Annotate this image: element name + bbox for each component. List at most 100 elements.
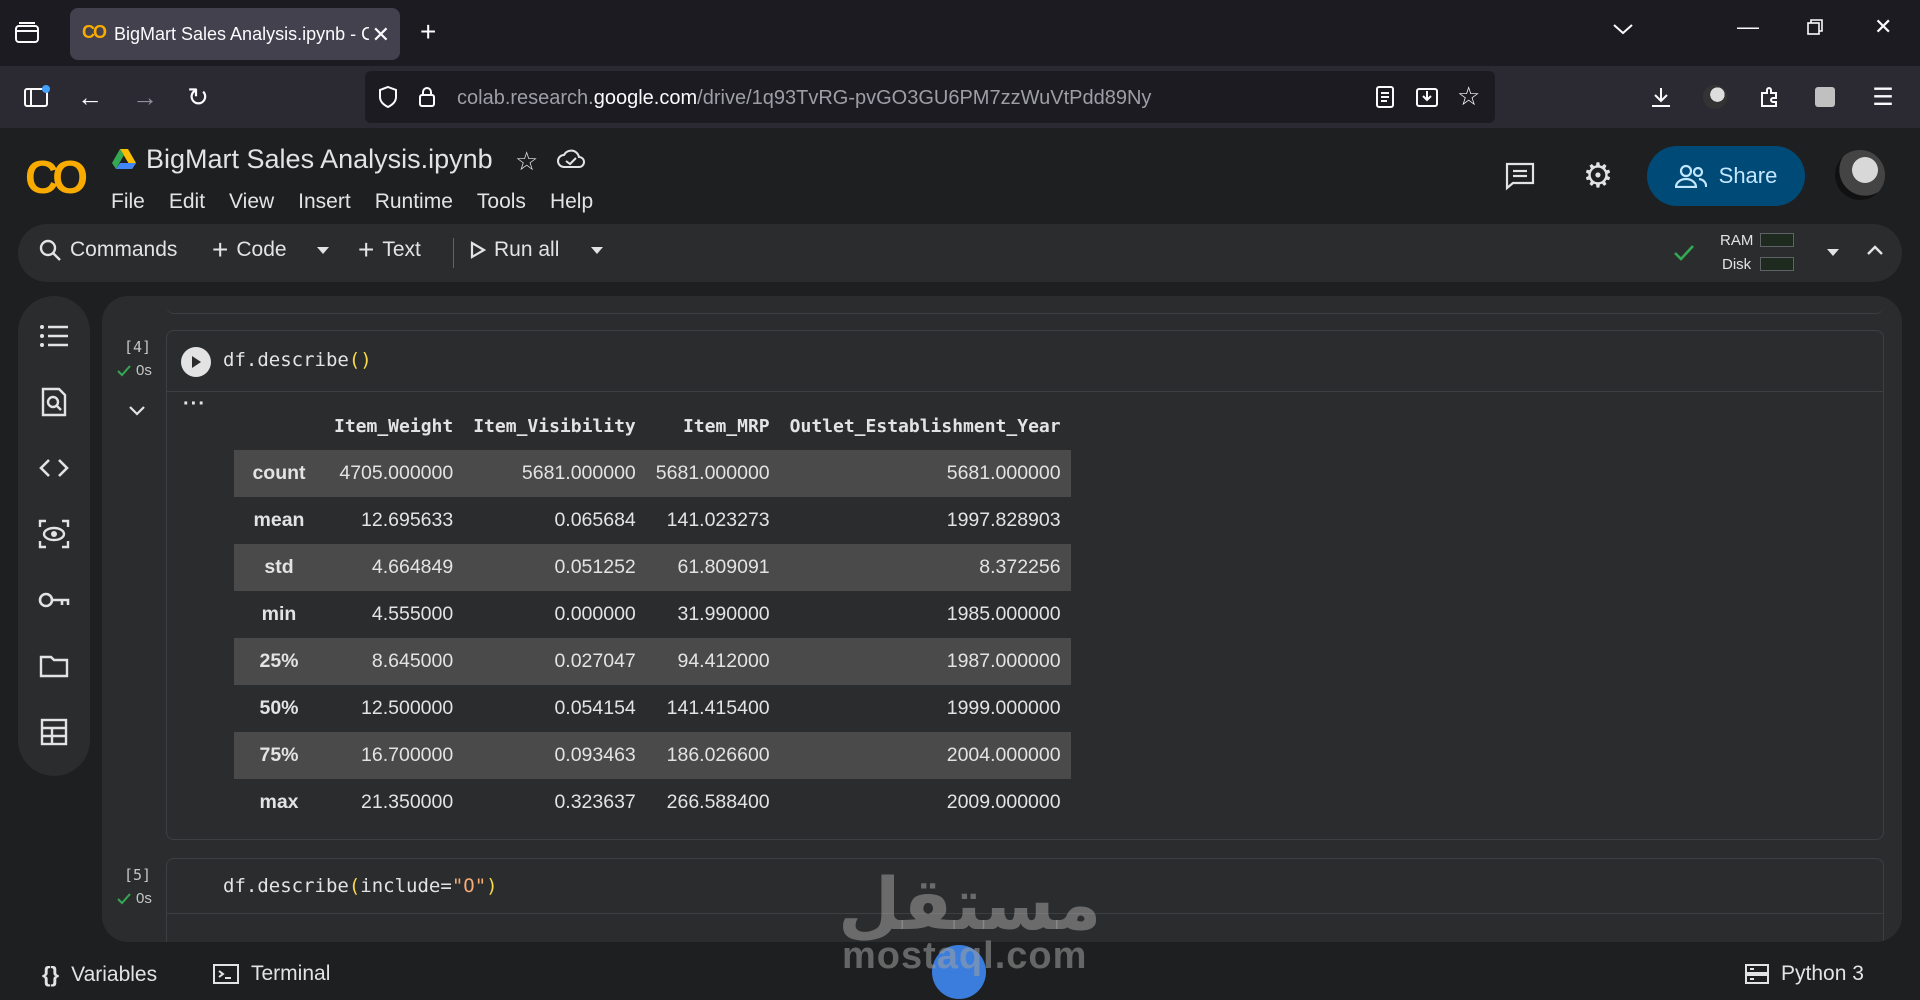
comments-icon[interactable] [1502, 158, 1538, 194]
terminal-button[interactable]: Terminal [213, 962, 330, 986]
describe-output-table: Item_Weight Item_Visibility Item_MRP Out… [234, 402, 1071, 826]
table-row: std 4.664849 0.051252 61.809091 8.372256 [234, 544, 1071, 591]
notebook-area[interactable]: [4] 0s df.describe() ··· Item_Weight Ite… [102, 296, 1902, 942]
profile-icon[interactable] [1700, 82, 1730, 112]
new-tab-icon[interactable]: + [420, 16, 436, 48]
colab-header: CO BigMart Sales Analysis.ipynb ☆ File E… [0, 128, 1920, 224]
add-text-button[interactable]: + Text [358, 236, 421, 264]
table-cell: 5681.000000 [779, 450, 1071, 497]
table-row: 50% 12.500000 0.054154 141.415400 1999.0… [234, 685, 1071, 732]
table-of-contents-icon[interactable] [36, 318, 72, 354]
column-header: Item_Weight [334, 415, 454, 437]
row-index: 25% [234, 638, 324, 685]
variables-button[interactable]: {} Variables [42, 962, 157, 988]
disk-meter[interactable] [1760, 257, 1794, 271]
execution-count: [5] [124, 866, 152, 884]
table-cell: 2009.000000 [946, 791, 1061, 813]
find-replace-icon[interactable] [36, 384, 72, 420]
colab-logo[interactable]: CO [25, 150, 88, 204]
code-editor[interactable]: df.describe() [223, 349, 372, 371]
table-cell: 31.990000 [677, 603, 770, 625]
star-icon[interactable]: ☆ [515, 146, 538, 177]
variable-inspector-icon[interactable] [36, 516, 72, 552]
tab-list-icon[interactable] [14, 20, 44, 48]
chevron-down-icon[interactable] [1612, 16, 1634, 42]
collapse-output-icon[interactable] [128, 404, 146, 422]
share-button[interactable]: Share [1647, 146, 1805, 206]
menu-file[interactable]: File [111, 190, 145, 214]
extensions-icon[interactable] [1755, 82, 1785, 112]
menu-edit[interactable]: Edit [169, 190, 205, 214]
reader-view-icon[interactable] [1375, 85, 1395, 114]
table-cell: 266.588400 [666, 791, 770, 813]
code-snippets-icon[interactable] [36, 450, 72, 486]
index-header [234, 402, 324, 450]
menu-view[interactable]: View [229, 190, 274, 214]
table-cell: 4.555000 [371, 603, 454, 625]
disk-label: Disk [1722, 256, 1752, 273]
gear-icon[interactable]: ⚙ [1580, 157, 1616, 195]
close-icon[interactable]: ✕ [372, 22, 390, 48]
notebook-title[interactable]: BigMart Sales Analysis.ipynb [146, 144, 493, 175]
table-row: mean 12.695633 0.065684 141.023273 1997.… [234, 497, 1071, 544]
folder-icon[interactable] [36, 648, 72, 684]
menu-hamburger-icon[interactable]: ☰ [1868, 82, 1898, 112]
menu-runtime[interactable]: Runtime [375, 190, 453, 214]
output-menu-icon[interactable]: ··· [183, 393, 206, 416]
kernel-label: Python 3 [1781, 962, 1864, 985]
menu-insert[interactable]: Insert [298, 190, 351, 214]
url-text[interactable]: colab.research.google.com/drive/1q93TvRG… [457, 87, 1151, 110]
execution-time: 0s [116, 362, 152, 379]
sidebar-toggle-icon[interactable] [22, 82, 52, 112]
row-index: min [261, 603, 297, 625]
row-index: 75% [234, 732, 324, 779]
execution-time: 0s [116, 890, 152, 907]
download-icon[interactable] [1646, 82, 1676, 112]
reload-icon[interactable]: ↻ [183, 82, 213, 112]
row-index: count [234, 450, 324, 497]
braces-icon: {} [42, 962, 60, 987]
column-header: Item_MRP [682, 415, 770, 437]
menu-tools[interactable]: Tools [477, 190, 526, 214]
save-page-icon[interactable] [1415, 85, 1439, 114]
run-cell-button[interactable] [181, 347, 211, 377]
window-close-icon[interactable]: ✕ [1874, 14, 1892, 40]
runtime-dropdown-icon[interactable] [1826, 248, 1840, 258]
table-cell: 0.000000 [554, 603, 636, 625]
browser-tab-active[interactable]: CO BigMart Sales Analysis.ipynb - C ✕ [70, 8, 400, 60]
restore-icon[interactable] [1806, 16, 1824, 42]
menu-help[interactable]: Help [550, 190, 593, 214]
avatar[interactable] [1835, 150, 1885, 200]
browser-nav-bar: ← → ↻ colab.research.google.com/drive/1q… [0, 66, 1920, 128]
kernel-status[interactable]: Python 3 [1745, 962, 1864, 986]
table-row: min 4.555000 0.000000 31.990000 1985.000… [234, 591, 1071, 638]
lock-icon[interactable] [417, 85, 437, 114]
google-drive-icon[interactable] [111, 148, 137, 175]
data-table-icon[interactable] [36, 714, 72, 750]
extension-app-icon[interactable] [1810, 82, 1840, 112]
url-bar[interactable]: colab.research.google.com/drive/1q93TvRG… [365, 71, 1495, 123]
minimize-icon[interactable]: — [1737, 14, 1759, 40]
bookmark-star-icon[interactable]: ☆ [1457, 81, 1480, 112]
collapse-chevron-icon[interactable] [1866, 244, 1884, 256]
ram-meter[interactable] [1760, 233, 1794, 247]
table-cell: 0.027047 [463, 638, 646, 685]
code-editor[interactable]: df.describe(include="O") [223, 875, 498, 897]
commands-button[interactable]: Commands [38, 238, 177, 262]
add-code-button[interactable]: + Code [212, 236, 287, 264]
secrets-key-icon[interactable] [36, 582, 72, 618]
run-all-button[interactable]: Run all [470, 238, 559, 262]
run-all-dropdown-icon[interactable] [590, 246, 604, 256]
run-all-label: Run all [494, 238, 560, 261]
table-cell: 1997.828903 [946, 509, 1061, 531]
table-cell: 5681.000000 [645, 450, 780, 497]
shield-icon[interactable] [377, 85, 399, 114]
previous-cell-tail [166, 296, 1884, 314]
forward-arrow-icon[interactable]: → [130, 82, 160, 112]
play-icon [192, 356, 201, 368]
table-row: 75% 16.700000 0.093463 186.026600 2004.0… [234, 732, 1071, 779]
cloud-saved-icon[interactable] [556, 148, 586, 175]
watermark-arabic: مستقل [838, 862, 1102, 946]
back-arrow-icon[interactable]: ← [75, 82, 105, 112]
code-dropdown-icon[interactable] [316, 246, 330, 256]
